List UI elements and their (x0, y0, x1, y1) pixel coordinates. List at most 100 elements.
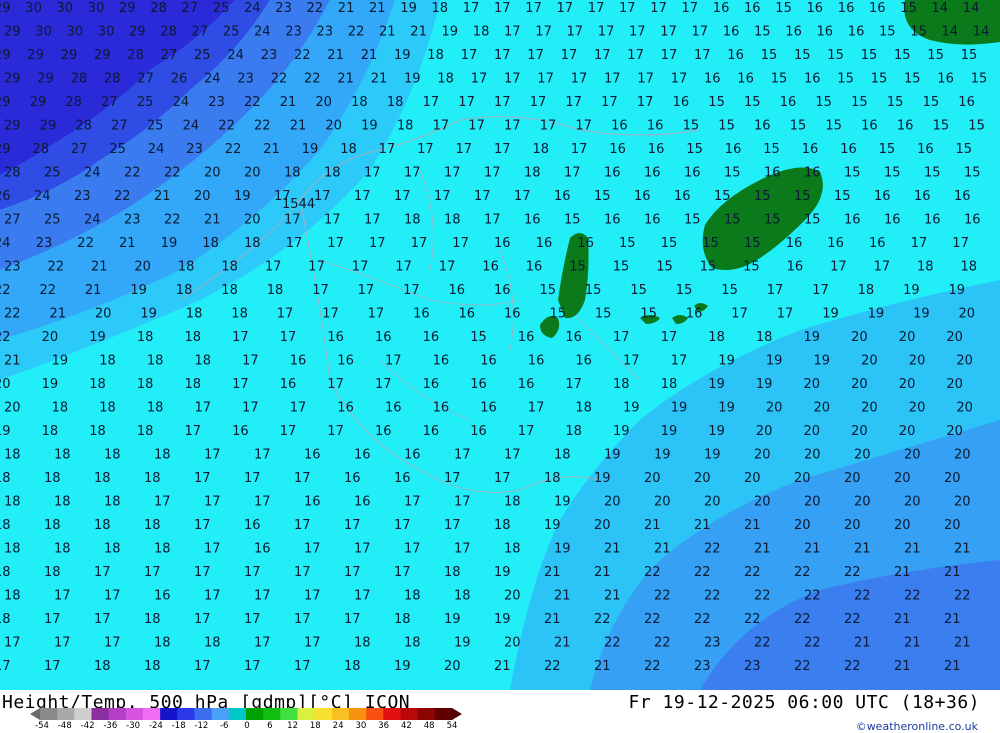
isoline-value: 16 (394, 471, 411, 486)
isoline-value: 19 (89, 330, 106, 345)
isoline-value: 22 (844, 565, 861, 580)
isoline-value: 15 (564, 213, 581, 228)
isoline-value: 15 (613, 260, 630, 275)
isoline-value: 16 (344, 471, 361, 486)
isoline-value: 27 (182, 1, 199, 16)
isoline-value: 17 (404, 495, 421, 510)
isoline-value: 22 (844, 612, 861, 627)
isoline-value: 17 (204, 542, 221, 557)
isoline-value: 16 (914, 189, 931, 204)
isoline-value: 22 (694, 612, 711, 627)
isoline-value: 25 (213, 1, 230, 16)
isoline-value: 17 (454, 495, 471, 510)
isoline-value: 15 (968, 119, 985, 134)
isoline-value: 17 (619, 1, 636, 16)
isoline-value: 21 (554, 636, 571, 651)
isoline-value: 18 (204, 636, 221, 651)
isoline-value: 17 (777, 307, 794, 322)
isoline-value: 22 (294, 48, 311, 63)
isoline-value: 17 (368, 307, 385, 322)
isoline-value: 16 (725, 142, 742, 157)
isoline-value: 19 (554, 542, 571, 557)
isoline-value: 15 (827, 48, 844, 63)
isoline-value: 17 (254, 636, 271, 651)
isoline-value: 16 (874, 189, 891, 204)
isoline-value: 18 (44, 518, 61, 533)
isoline-value: 17 (561, 48, 578, 63)
isoline-value: 20 (244, 213, 261, 228)
isoline-value: 22 (754, 589, 771, 604)
scale-cell (143, 708, 161, 720)
isoline-value: 16 (354, 495, 371, 510)
isoline-value: 15 (879, 142, 896, 157)
isoline-value: 16 (937, 72, 954, 87)
isoline-value: 19 (903, 283, 920, 298)
isoline-value: 17 (452, 236, 469, 251)
isoline-value: 23 (74, 189, 91, 204)
isoline-value: 20 (904, 448, 921, 463)
isoline-value: 20 (654, 495, 671, 510)
isoline-value: 16 (565, 330, 582, 345)
isoline-value: 18 (221, 260, 238, 275)
isoline-value: 18 (185, 377, 202, 392)
isoline-value: 16 (644, 166, 661, 181)
isoline-value: 17 (54, 589, 71, 604)
isoline-value: 17 (535, 25, 552, 40)
isoline-value: 20 (946, 424, 963, 439)
isoline-value: 17 (204, 495, 221, 510)
isoline-value: 23 (275, 1, 292, 16)
isoline-value: 17 (588, 1, 605, 16)
isoline-value: 17 (44, 612, 61, 627)
credit-link[interactable]: ©weatheronline.co.uk (856, 720, 978, 733)
isoline-value: 18 (104, 448, 121, 463)
isoline-value: 17 (44, 659, 61, 674)
isoline-value: 16 (634, 189, 651, 204)
scale-cell (417, 708, 436, 720)
isoline-value: 15 (702, 236, 719, 251)
isoline-value: 15 (933, 119, 950, 134)
isoline-value: 18 (0, 518, 11, 533)
isoline-value: 20 (325, 119, 342, 134)
isoline-value: 18 (104, 542, 121, 557)
isoline-value: 17 (327, 236, 344, 251)
scale-label: -48 (57, 721, 72, 731)
isoline-value: 15 (815, 95, 832, 110)
isoline-value: 18 (144, 659, 161, 674)
isoline-value: 17 (232, 377, 249, 392)
isoline-value: 16 (536, 236, 553, 251)
isoline-value: 18 (44, 565, 61, 580)
isoline-value: 17 (195, 401, 212, 416)
isoline-value: 15 (724, 166, 741, 181)
isoline-value: 21 (337, 72, 354, 87)
isoline-value: 21 (804, 542, 821, 557)
isoline-value: 20 (899, 424, 916, 439)
isoline-value: 16 (704, 72, 721, 87)
isoline-value: 23 (261, 48, 278, 63)
isoline-value: 17 (504, 119, 521, 134)
isoline-value: 21 (371, 72, 388, 87)
isoline-value: 18 (324, 166, 341, 181)
isoline-value: 22 (164, 166, 181, 181)
isoline-value: 17 (484, 213, 501, 228)
isoline-value: 18 (544, 471, 561, 486)
isoline-value: 16 (494, 236, 511, 251)
isoline-value: 18 (454, 589, 471, 604)
isoline-value: 20 (754, 495, 771, 510)
isoline-value: 16 (964, 213, 981, 228)
isoline-value: 17 (767, 283, 784, 298)
isoline-value: 18 (351, 95, 368, 110)
isoline-value: 18 (144, 471, 161, 486)
isoline-value: 16 (423, 330, 440, 345)
isoline-value: 20 (804, 448, 821, 463)
isoline-value: 17 (286, 236, 303, 251)
isoline-value: 22 (954, 589, 971, 604)
isoline-value: 22 (644, 565, 661, 580)
isoline-value: 21 (85, 283, 102, 298)
isoline-value: 17 (254, 589, 271, 604)
isoline-value: 18 (444, 565, 461, 580)
isoline-value: 16 (844, 213, 861, 228)
isoline-value: 17 (354, 542, 371, 557)
isoline-value: 17 (484, 166, 501, 181)
isoline-value: 23 (237, 72, 254, 87)
isoline-value: 22 (704, 589, 721, 604)
